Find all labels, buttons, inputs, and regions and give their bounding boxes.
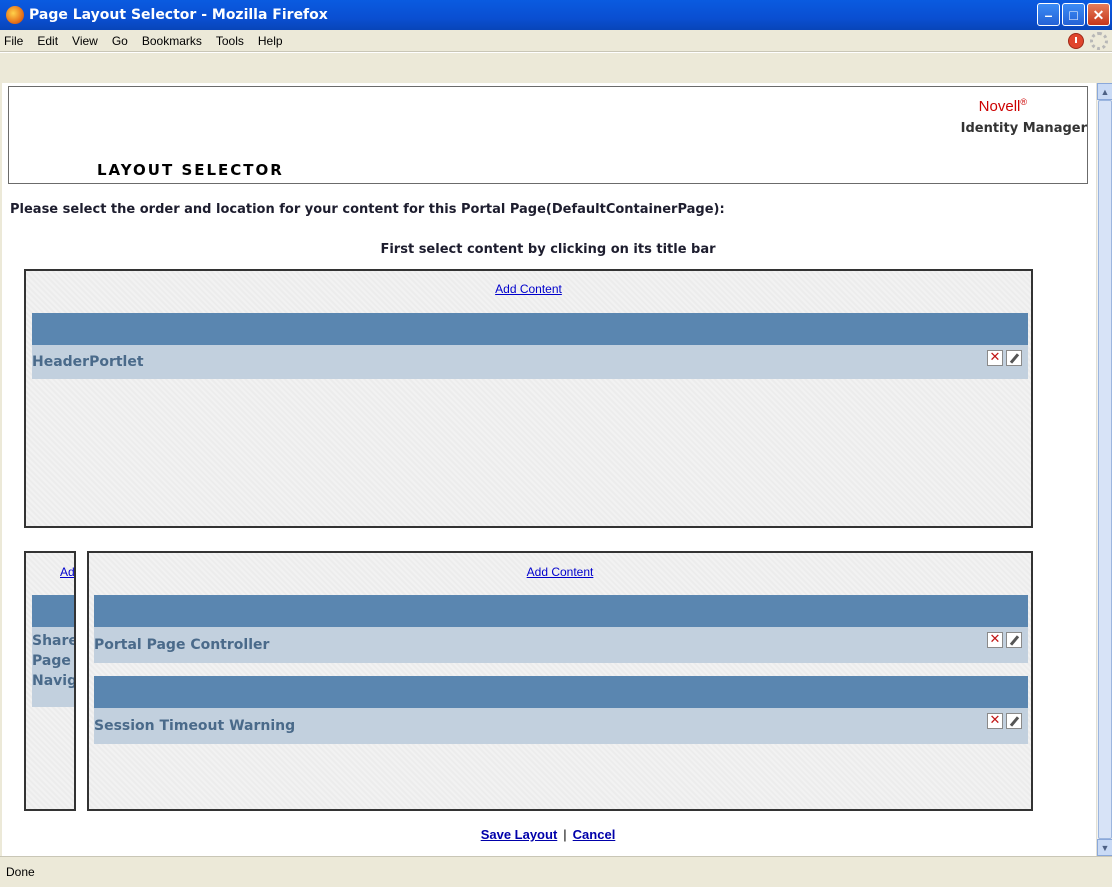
- scroll-up-icon[interactable]: ▲: [1097, 83, 1112, 100]
- menu-edit[interactable]: Edit: [30, 34, 65, 48]
- remove-icon[interactable]: ✕: [987, 350, 1003, 366]
- footer-actions: Save Layout | Cancel: [0, 827, 1096, 842]
- window-title-bar[interactable]: Page Layout Selector - Mozilla Firefox –…: [0, 0, 1112, 30]
- vertical-scrollbar[interactable]: ▲ ▼: [1096, 83, 1112, 856]
- product-name: Identity Manager: [960, 121, 1087, 136]
- portlet-title-bar[interactable]: [94, 676, 1028, 708]
- menu-go[interactable]: Go: [105, 34, 135, 48]
- separator: |: [563, 827, 567, 842]
- menu-bookmarks[interactable]: Bookmarks: [135, 34, 209, 48]
- portlet-label: Portal Page Controller: [94, 637, 270, 653]
- status-bar: Done: [0, 856, 1112, 887]
- menu-help[interactable]: Help: [251, 34, 290, 48]
- menu-file[interactable]: File: [0, 34, 30, 48]
- menu-tools[interactable]: Tools: [209, 34, 251, 48]
- minimize-button[interactable]: –: [1037, 3, 1060, 26]
- scroll-thumb[interactable]: [1098, 100, 1112, 839]
- portlet-session-timeout-warning[interactable]: Session Timeout Warning ✕: [94, 708, 1028, 744]
- toolbar-area: [0, 53, 1112, 83]
- firefox-icon: [6, 6, 24, 24]
- portlet-shared-page-navigation[interactable]: Share Page Navig: [32, 627, 76, 707]
- novell-logo: Novell®: [978, 97, 1027, 115]
- add-content-link-left[interactable]: Ad: [60, 565, 74, 579]
- portlet-label: Session Timeout Warning: [94, 718, 296, 734]
- cancel-link[interactable]: Cancel: [573, 827, 616, 842]
- portlet-label-line: Navig: [32, 673, 76, 689]
- instructions-text: Please select the order and location for…: [10, 202, 725, 217]
- remove-icon[interactable]: ✕: [987, 713, 1003, 729]
- remove-icon[interactable]: ✕: [987, 632, 1003, 648]
- portlet-label-line: Page: [32, 653, 71, 669]
- page-header: Novell® Identity Manager LAYOUT SELECTOR: [8, 86, 1088, 184]
- edit-icon[interactable]: [1006, 713, 1022, 729]
- page-title: LAYOUT SELECTOR: [97, 161, 284, 179]
- portlet-title-bar[interactable]: [94, 595, 1028, 627]
- window-controls: – □ ✕: [1037, 3, 1110, 26]
- maximize-button[interactable]: □: [1062, 3, 1085, 26]
- stop-icon[interactable]: [1068, 33, 1084, 49]
- throbber-icon: [1090, 32, 1108, 50]
- top-layout-panel: Add Content HeaderPortlet ✕: [24, 269, 1033, 528]
- left-layout-panel: Ad Share Page Navig: [24, 551, 76, 811]
- add-content-link[interactable]: Add Content: [527, 565, 594, 579]
- portlet-portal-page-controller[interactable]: Portal Page Controller ✕: [94, 627, 1028, 663]
- menu-bar: File Edit View Go Bookmarks Tools Help: [0, 30, 1112, 52]
- portlet-title-bar[interactable]: [32, 595, 74, 627]
- edit-icon[interactable]: [1006, 632, 1022, 648]
- right-layout-panel: Add Content Portal Page Controller ✕ Ses…: [87, 551, 1033, 811]
- save-layout-link[interactable]: Save Layout: [481, 827, 558, 842]
- status-text: Done: [6, 865, 35, 879]
- window-title: Page Layout Selector - Mozilla Firefox: [29, 7, 328, 23]
- portlet-header-portlet[interactable]: HeaderPortlet ✕: [32, 345, 1028, 379]
- portlet-label-line: Share: [32, 633, 76, 649]
- menu-view[interactable]: View: [65, 34, 105, 48]
- portlet-label: HeaderPortlet: [32, 354, 144, 370]
- scroll-down-icon[interactable]: ▼: [1097, 839, 1112, 856]
- add-content-link[interactable]: Add Content: [495, 282, 562, 296]
- close-button[interactable]: ✕: [1087, 3, 1110, 26]
- sub-instructions: First select content by clicking on its …: [380, 242, 716, 257]
- edit-icon[interactable]: [1006, 350, 1022, 366]
- portlet-title-bar[interactable]: [32, 313, 1028, 345]
